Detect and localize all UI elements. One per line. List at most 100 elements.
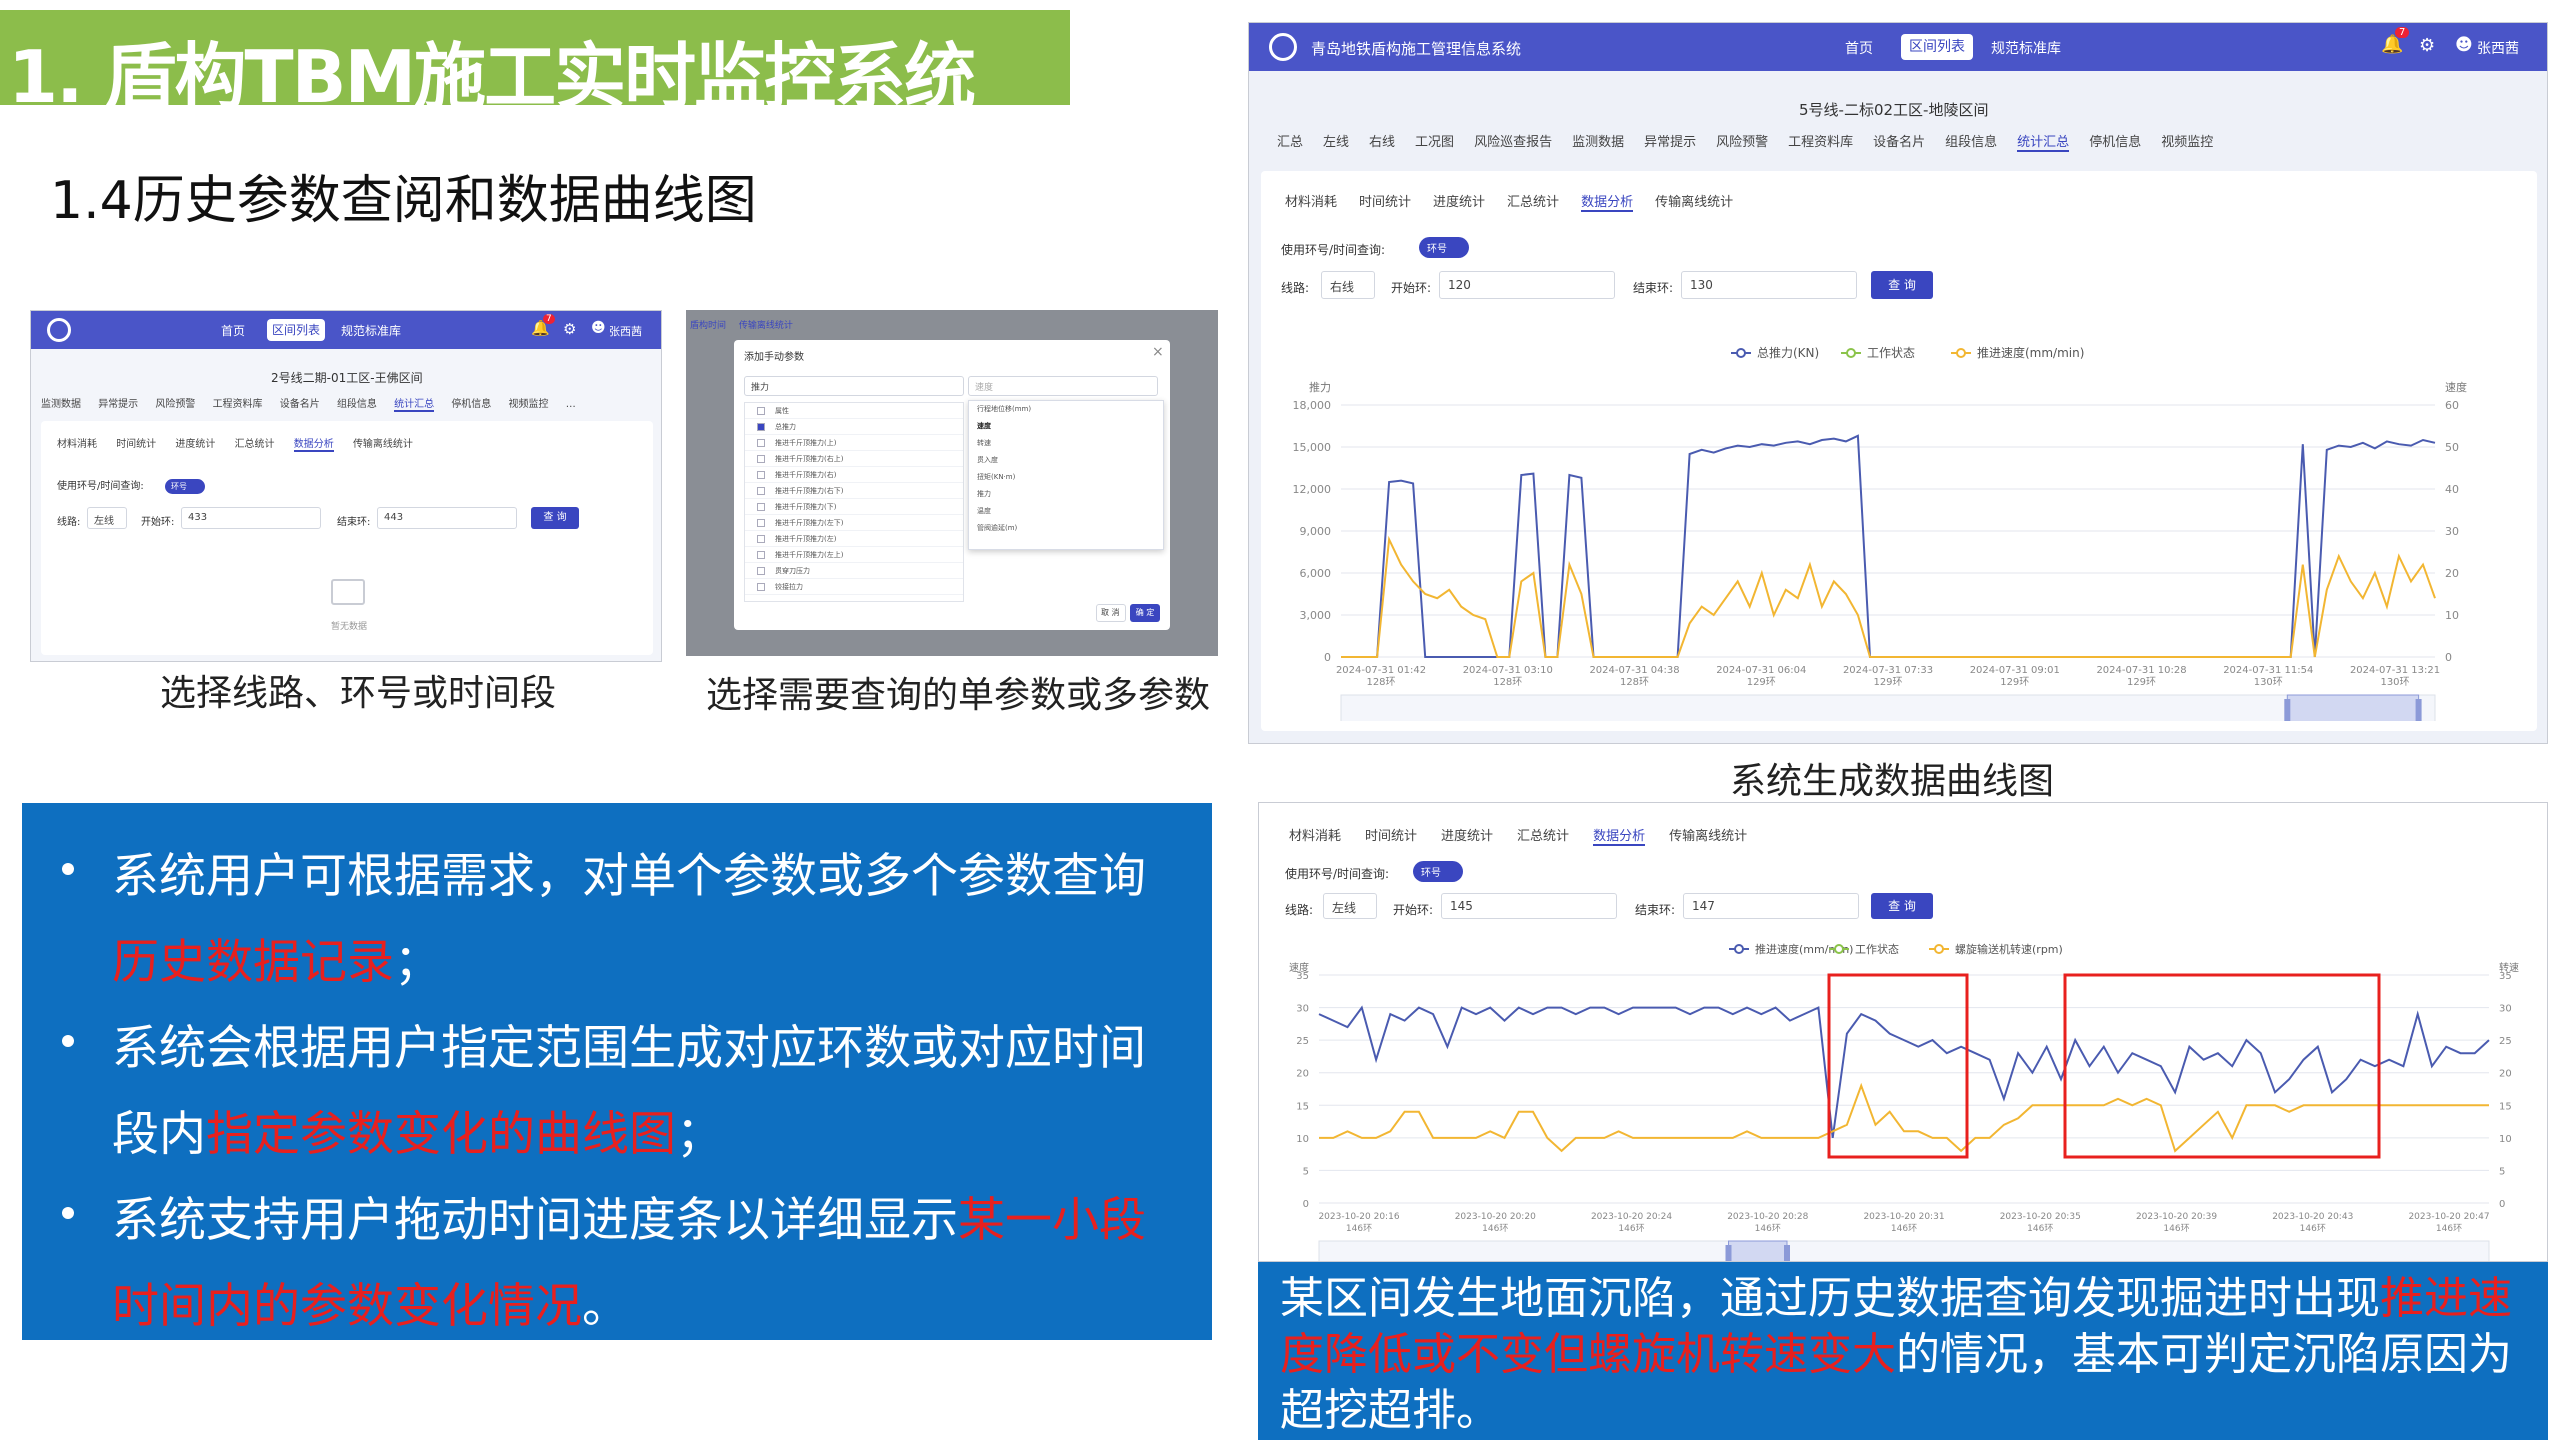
param-option[interactable]: 推进千斤顶推力(上) [745, 435, 963, 451]
query-button[interactable]: 查 询 [1871, 893, 1933, 919]
dropdown-option[interactable]: 行程地位移(mm) [969, 401, 1163, 418]
left-param-select[interactable]: 推力 [744, 376, 964, 396]
start-ring-input[interactable]: 120 [1439, 271, 1615, 299]
subtab-3[interactable]: 汇总统计 [1517, 825, 1569, 844]
tab-7[interactable]: 风险预警 [1716, 131, 1768, 150]
start-ring-input[interactable]: 145 [1441, 893, 1617, 919]
tab-segments[interactable]: 组段信息 [337, 395, 377, 410]
tab-2[interactable]: 右线 [1369, 131, 1395, 150]
checkbox[interactable] [757, 439, 765, 447]
end-ring-input[interactable]: 130 [1681, 271, 1857, 299]
line-select[interactable]: 左线 [1323, 893, 1377, 919]
gear-icon[interactable]: ⚙ [563, 320, 576, 338]
param-option[interactable]: 属性 [745, 403, 963, 419]
tab-9[interactable]: 设备名片 [1873, 131, 1925, 150]
nav-standards[interactable]: 规范标准库 [341, 322, 401, 339]
tab-4[interactable]: 风险巡查报告 [1474, 131, 1552, 150]
tab-8[interactable]: 工程资料库 [1788, 131, 1853, 150]
line-select[interactable]: 右线 [1321, 271, 1375, 299]
param-option[interactable]: 推进千斤顶推力(左上) [745, 547, 963, 563]
param-option[interactable]: 推进千斤顶推力(下) [745, 499, 963, 515]
param-option[interactable]: 总推力 [745, 419, 963, 435]
param-option[interactable]: 推进千斤顶推力(右上) [745, 451, 963, 467]
subtab-4[interactable]: 数据分析 [1593, 825, 1646, 846]
dropdown-option[interactable]: 贯入度 [969, 452, 1163, 469]
tab-3[interactable]: 工况图 [1415, 131, 1454, 150]
tab-video[interactable]: 视频监控 [509, 395, 549, 410]
tab-more[interactable]: … [566, 399, 576, 410]
tab-1[interactable]: 左线 [1323, 131, 1349, 150]
dialog-close-icon[interactable]: × [1152, 344, 1164, 360]
end-ring-input[interactable]: 147 [1683, 893, 1859, 919]
dropdown-option[interactable]: 管阀逾延(m) [969, 520, 1163, 537]
dropdown-option[interactable]: 转速 [969, 435, 1163, 452]
subtab-1[interactable]: 时间统计 [1359, 191, 1411, 210]
tab-docs[interactable]: 工程资料库 [213, 395, 263, 410]
checkbox[interactable] [757, 503, 765, 511]
user-icon[interactable]: ☻ [591, 320, 606, 336]
user-icon[interactable]: ☻ [2455, 35, 2473, 55]
param-option[interactable]: 贯穿刀压力 [745, 563, 963, 579]
subtab-4[interactable]: 数据分析 [1581, 191, 1634, 212]
tab-0[interactable]: 汇总 [1277, 131, 1303, 150]
subtab-1[interactable]: 时间统计 [1365, 825, 1417, 844]
param-option[interactable]: 铰接拉力 [745, 579, 963, 595]
cancel-button[interactable]: 取 消 [1096, 604, 1126, 622]
query-button[interactable]: 查 询 [1871, 271, 1933, 299]
nav-home[interactable]: 首页 [1845, 38, 1873, 58]
tab-13[interactable]: 视频监控 [2161, 131, 2213, 150]
tab-12[interactable]: 停机信息 [2089, 131, 2141, 150]
user-name[interactable]: 张西茜 [2477, 38, 2519, 58]
query-mode-toggle[interactable]: 环号 [1413, 861, 1463, 882]
subtab-2[interactable]: 进度统计 [1441, 825, 1493, 844]
nav-section-list[interactable]: 区间列表 [267, 319, 325, 341]
checkbox[interactable] [757, 551, 765, 559]
subtab-time[interactable]: 时间统计 [116, 435, 156, 450]
nav-standards[interactable]: 规范标准库 [1991, 38, 2061, 58]
tab-5[interactable]: 监测数据 [1572, 131, 1624, 150]
tab-10[interactable]: 组段信息 [1945, 131, 1997, 150]
subtab-3[interactable]: 汇总统计 [1507, 191, 1559, 210]
tab-stats[interactable]: 统计汇总 [394, 395, 435, 412]
checkbox[interactable] [757, 407, 765, 415]
subtab-materials[interactable]: 材料消耗 [57, 435, 97, 450]
query-mode-toggle[interactable]: 环号 [165, 474, 205, 494]
start-ring-input[interactable]: 433 [181, 507, 321, 529]
checkbox[interactable] [757, 519, 765, 527]
subtab-0[interactable]: 材料消耗 [1285, 191, 1337, 210]
dropdown-option[interactable]: 推力 [969, 486, 1163, 503]
subtab-0[interactable]: 材料消耗 [1289, 825, 1341, 844]
tab-6[interactable]: 异常提示 [1644, 131, 1696, 150]
subtab-progress[interactable]: 进度统计 [175, 435, 215, 450]
tab-alerts[interactable]: 异常提示 [98, 395, 138, 410]
tab-devices[interactable]: 设备名片 [280, 395, 320, 410]
nav-home[interactable]: 首页 [221, 322, 245, 339]
gear-icon[interactable]: ⚙ [2419, 35, 2435, 56]
tab-monitoring[interactable]: 监测数据 [41, 395, 81, 410]
subtab-summary[interactable]: 汇总统计 [235, 435, 275, 450]
param-option[interactable]: 推进千斤顶推力(右) [745, 467, 963, 483]
query-mode-toggle[interactable]: 环号 [1419, 237, 1469, 258]
checkbox[interactable] [757, 455, 765, 463]
checkbox[interactable] [757, 583, 765, 591]
right-param-select[interactable]: 速度 [968, 376, 1158, 396]
user-name[interactable]: 张西茜 [609, 323, 642, 339]
nav-section-list[interactable]: 区间列表 [1901, 34, 1973, 60]
line-select[interactable]: 左线 [87, 507, 127, 529]
param-option[interactable]: 推进千斤顶推力(右下) [745, 483, 963, 499]
ok-button[interactable]: 确 定 [1130, 604, 1160, 622]
subtab-data-analysis[interactable]: 数据分析 [293, 435, 334, 452]
subtab-5[interactable]: 传输离线统计 [1669, 825, 1747, 844]
subtab-offline[interactable]: 传输离线统计 [353, 435, 413, 450]
query-button[interactable]: 查 询 [531, 507, 579, 529]
end-ring-input[interactable]: 443 [377, 507, 517, 529]
checkbox[interactable] [757, 567, 765, 575]
tab-risk[interactable]: 风险预警 [155, 395, 195, 410]
subtab-5[interactable]: 传输离线统计 [1655, 191, 1733, 210]
dropdown-option[interactable]: 扭矩(KN·m) [969, 469, 1163, 486]
checkbox[interactable] [757, 535, 765, 543]
tab-stops[interactable]: 停机信息 [451, 395, 491, 410]
tab-11[interactable]: 统计汇总 [2017, 131, 2070, 152]
checkbox[interactable] [757, 423, 765, 431]
dropdown-option[interactable]: 温度 [969, 503, 1163, 520]
